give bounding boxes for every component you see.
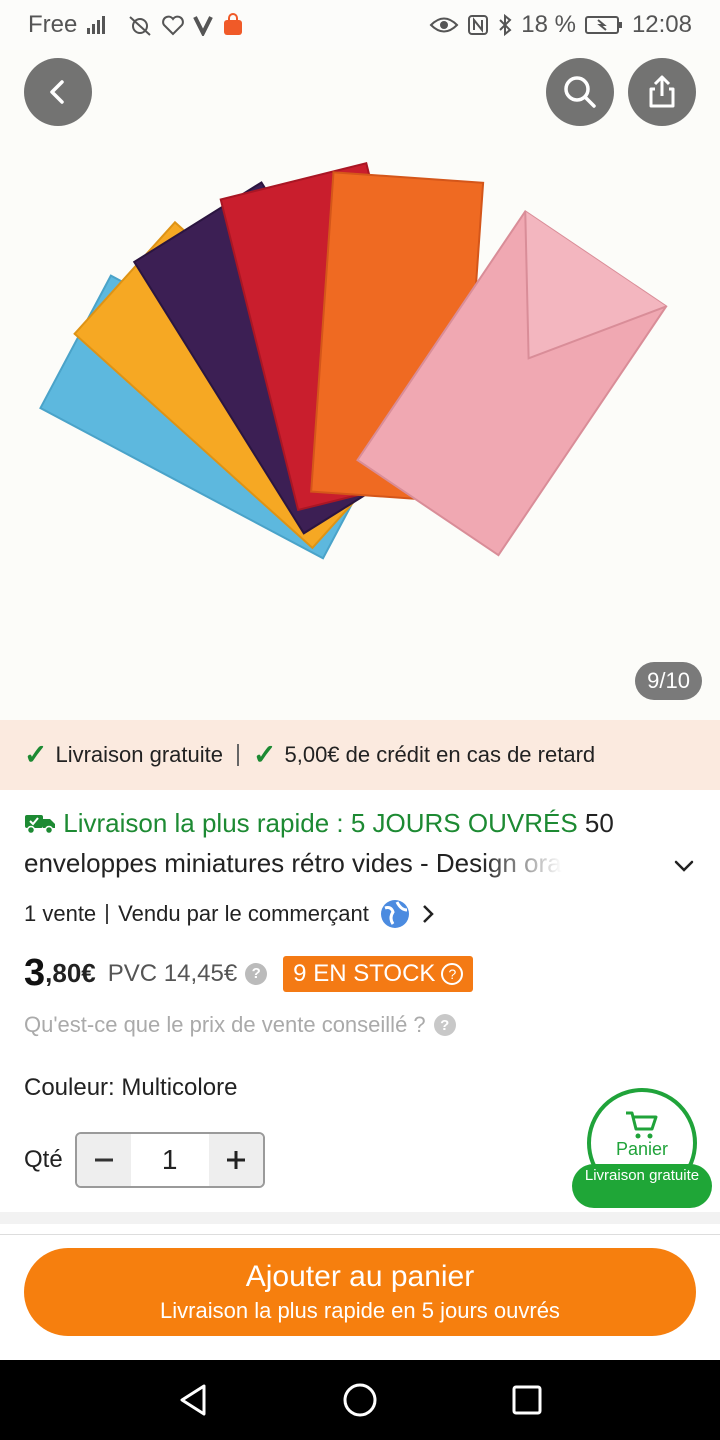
- price-cents: ,80€: [45, 958, 96, 988]
- late-credit-label: 5,00€ de crédit en cas de retard: [284, 742, 596, 767]
- image-counter: 9/10: [635, 662, 702, 700]
- expand-title-button[interactable]: [670, 852, 698, 885]
- product-title[interactable]: Livraison la plus rapide : 5 JOURS OUVRÉ…: [24, 803, 674, 883]
- heart-icon: [162, 15, 185, 36]
- stock-badge[interactable]: 9 EN STOCK ?: [283, 955, 474, 992]
- minus-icon: [94, 1158, 113, 1162]
- stock-label: 9 EN STOCK: [293, 959, 436, 987]
- back-triangle-icon[interactable]: [176, 1382, 210, 1418]
- help-icon: ?: [441, 962, 464, 985]
- check-icon: ✓: [253, 739, 277, 770]
- eye-icon: [429, 17, 459, 33]
- chevron-down-icon: [674, 860, 694, 872]
- quantity-row: Qté 1: [24, 1132, 265, 1188]
- status-bar: Free 18 % 12:08: [0, 0, 720, 50]
- qty-label: Qté: [24, 1146, 63, 1173]
- chevron-left-icon: [50, 80, 64, 104]
- sales-count: 1 vente: [24, 901, 97, 926]
- cart-free-shipping-pill: Livraison gratuite: [572, 1164, 712, 1208]
- divider: [237, 744, 240, 766]
- sold-by-label: Vendu par le commerçant: [118, 901, 369, 926]
- color-selector[interactable]: Couleur: Multicolore: [24, 1074, 237, 1102]
- search-button[interactable]: [546, 58, 614, 126]
- search-icon: [564, 76, 596, 108]
- nfc-icon: [468, 15, 489, 35]
- title-start: 50: [584, 808, 614, 838]
- increment-button[interactable]: [208, 1134, 263, 1186]
- delivery-truck-icon: [25, 815, 55, 835]
- bluetooth-icon: [499, 13, 512, 37]
- add-to-cart-button[interactable]: Ajouter au panier Livraison la plus rapi…: [24, 1248, 696, 1336]
- rrp-info-link[interactable]: Qu'est-ce que le prix de vente conseillé…: [24, 1012, 456, 1038]
- shopping-bag-icon: [224, 13, 243, 35]
- quantity-stepper: 1: [74, 1132, 265, 1188]
- alarm-off-icon: [129, 16, 152, 36]
- price-integer: 3: [24, 952, 46, 994]
- fast-delivery-label: Livraison la plus rapide : 5 JOURS OUVRÉ…: [63, 808, 578, 838]
- check-icon: ✓: [24, 739, 48, 770]
- signal-icon: [87, 16, 106, 34]
- decrement-button[interactable]: [76, 1134, 131, 1186]
- product-image-gallery[interactable]: 9/10: [0, 50, 720, 720]
- globe-icon: [380, 900, 409, 928]
- battery-percent: 18 %: [521, 11, 576, 38]
- cart-label: Panier: [615, 1138, 669, 1159]
- benefits-banner: ✓ Livraison gratuite ✓ 5,00€ de crédit e…: [0, 720, 720, 790]
- free-shipping-label: Livraison gratuite: [55, 742, 224, 767]
- back-button[interactable]: [24, 58, 92, 126]
- title-rest: enveloppes miniatures rétro vides - Desi…: [24, 848, 562, 878]
- add-to-cart-subtitle: Livraison la plus rapide en 5 jours ouvr…: [160, 1298, 560, 1323]
- home-circle-icon[interactable]: [342, 1382, 378, 1418]
- quantity-value[interactable]: 1: [130, 1134, 209, 1186]
- clock: 12:08: [631, 11, 692, 38]
- add-to-cart-label: Ajouter au panier: [245, 1260, 475, 1293]
- cart-icon: [626, 1111, 658, 1138]
- divider: [0, 1234, 720, 1235]
- recents-square-icon[interactable]: [510, 1383, 544, 1417]
- section-divider: [0, 1212, 720, 1224]
- product-image-envelopes[interactable]: [0, 50, 720, 720]
- help-icon: ?: [433, 1014, 456, 1036]
- plus-icon: [226, 1151, 245, 1169]
- rrp-question: Qu'est-ce que le prix de vente conseillé…: [24, 1012, 426, 1037]
- battery-charging-icon: [584, 16, 622, 34]
- chevron-right-icon: [422, 905, 434, 923]
- system-navigation-bar: [0, 1360, 720, 1440]
- app-v-icon: [193, 16, 214, 36]
- pvc-price: PVC 14,45€: [107, 959, 238, 987]
- share-button[interactable]: [628, 58, 696, 126]
- share-icon: [649, 75, 675, 108]
- carrier-label: Free: [28, 11, 78, 38]
- price-row: 3 ,80€ PVC 14,45€ ? 9 EN STOCK ?: [24, 952, 474, 995]
- help-icon[interactable]: ?: [245, 962, 268, 985]
- seller-row[interactable]: 1 vente Vendu par le commerçant: [24, 898, 435, 930]
- divider: [106, 904, 109, 924]
